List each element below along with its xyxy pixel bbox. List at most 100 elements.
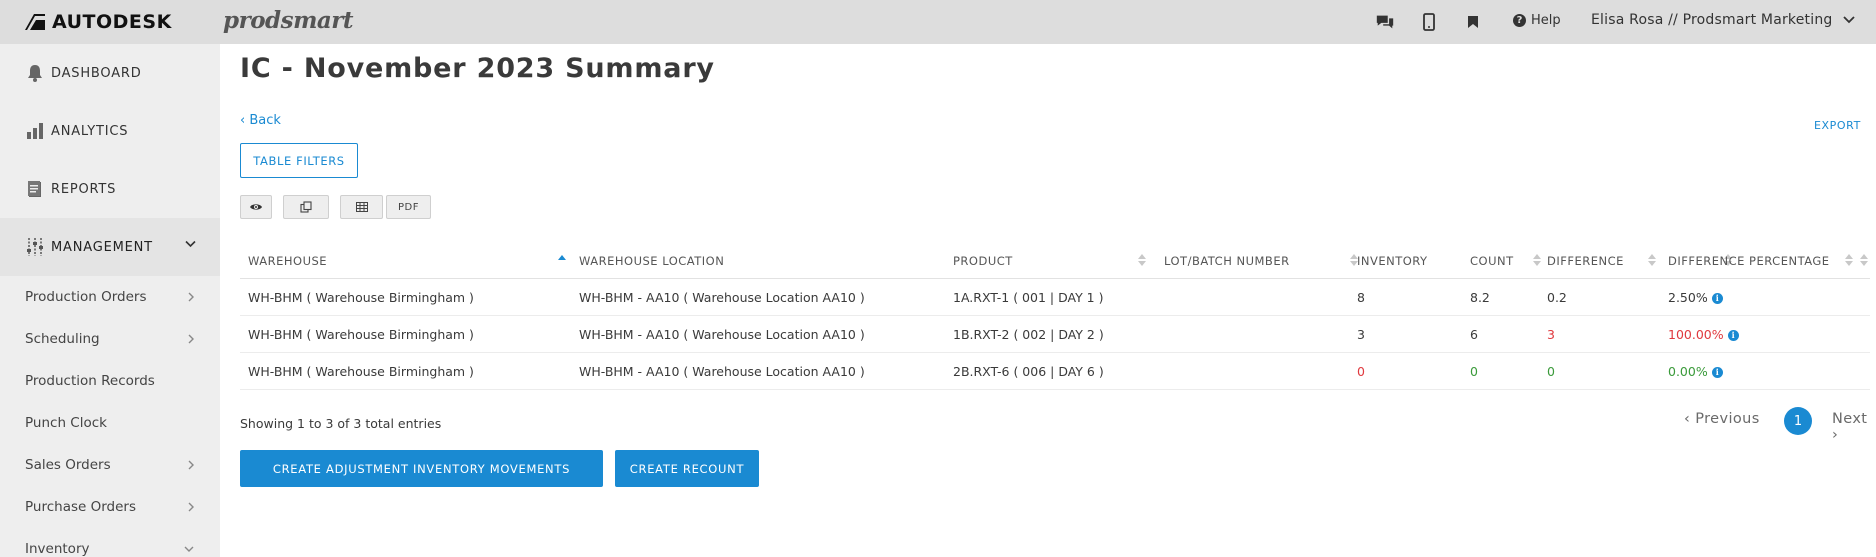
column-header-product[interactable]: PRODUCT xyxy=(953,254,1013,268)
cell-warehouse: WH-BHM ( Warehouse Birmingham ) xyxy=(248,327,474,342)
sidebar: DASHBOARD ANALYTICS REPORTS MANAGEMENT P… xyxy=(0,44,220,557)
table-row[interactable]: WH-BHM ( Warehouse Birmingham ) WH-BHM -… xyxy=(240,316,1870,353)
sort-icon[interactable] xyxy=(1845,253,1853,267)
cell-difference: 3 xyxy=(1547,327,1555,342)
sort-icon[interactable] xyxy=(1648,253,1656,267)
brand-name: AUTODESK xyxy=(52,11,172,33)
chevron-right-icon: › xyxy=(1832,427,1839,443)
cell-count: 8.2 xyxy=(1470,290,1490,305)
bookmark-icon[interactable] xyxy=(1463,12,1483,32)
cell-warehouse: WH-BHM ( Warehouse Birmingham ) xyxy=(248,364,474,379)
sort-icon[interactable] xyxy=(1533,253,1541,267)
table-header: WAREHOUSE WAREHOUSE LOCATION PRODUCT LOT… xyxy=(240,240,1870,279)
csv-button[interactable] xyxy=(340,195,383,219)
cell-location: WH-BHM - AA10 ( Warehouse Location AA10 … xyxy=(579,290,865,305)
table-filters-button[interactable]: TABLE FILTERS xyxy=(240,143,358,178)
cell-location: WH-BHM - AA10 ( Warehouse Location AA10 … xyxy=(579,364,865,379)
next-label: Next xyxy=(1832,411,1868,427)
cell-product: 2B.RXT-6 ( 006 | DAY 6 ) xyxy=(953,364,1104,379)
column-header-lot-batch[interactable]: LOT/BATCH NUMBER xyxy=(1164,254,1290,268)
autodesk-logo-mark-icon xyxy=(25,14,45,30)
copy-icon xyxy=(300,201,312,213)
copy-button[interactable] xyxy=(283,195,329,219)
info-icon[interactable]: i xyxy=(1711,366,1723,378)
percentage-value: 0.00% xyxy=(1668,364,1708,379)
column-header-difference[interactable]: DIFFERENCE xyxy=(1547,254,1624,268)
user-name: Elisa Rosa // Prodsmart Marketing xyxy=(1591,12,1833,28)
top-bar: AUTODESK prodsmart ? Help Elisa Rosa // … xyxy=(0,0,1876,44)
sidebar-item-production-orders[interactable]: Production Orders xyxy=(0,276,220,318)
chevron-down-icon xyxy=(185,240,196,248)
help-label: Help xyxy=(1531,13,1561,28)
column-header-inventory[interactable]: INVENTORY xyxy=(1357,254,1428,268)
help-link[interactable]: ? Help xyxy=(1513,13,1561,28)
cell-difference: 0.2 xyxy=(1547,290,1567,305)
sidebar-item-punch-clock[interactable]: Punch Clock xyxy=(0,402,220,444)
column-header-difference-percentage[interactable]: DIFFERENCE PERCENTAGE xyxy=(1668,254,1830,268)
sidebar-item-purchase-orders[interactable]: Purchase Orders xyxy=(0,486,220,528)
sidebar-item-management[interactable]: MANAGEMENT xyxy=(0,218,220,276)
pagination-next[interactable]: Next › xyxy=(1812,411,1876,443)
page-title: IC - November 2023 Summary xyxy=(240,53,715,84)
cell-inventory: 0 xyxy=(1357,364,1365,379)
percentage-value: 2.50% xyxy=(1668,290,1708,305)
sidebar-item-label: Sales Orders xyxy=(25,457,111,473)
export-link[interactable]: EXPORT xyxy=(1814,119,1861,132)
create-adjustment-button[interactable]: CREATE ADJUSTMENT INVENTORY MOVEMENTS xyxy=(240,450,603,487)
sidebar-item-reports[interactable]: REPORTS xyxy=(0,160,220,218)
sliders-icon xyxy=(25,237,45,257)
table-icon xyxy=(355,202,368,212)
sidebar-item-label: Purchase Orders xyxy=(25,499,136,515)
sidebar-item-label: Production Orders xyxy=(25,289,147,305)
chevron-right-icon xyxy=(188,502,194,512)
sidebar-item-inventory[interactable]: Inventory xyxy=(0,528,220,557)
sidebar-item-scheduling[interactable]: Scheduling xyxy=(0,318,220,360)
chat-icon[interactable] xyxy=(1375,12,1395,32)
chevron-right-icon xyxy=(188,460,194,470)
table-row[interactable]: WH-BHM ( Warehouse Birmingham ) WH-BHM -… xyxy=(240,279,1870,316)
main-content: IC - November 2023 Summary ‹ Back EXPORT… xyxy=(220,44,1876,557)
sidebar-item-analytics[interactable]: ANALYTICS xyxy=(0,102,220,160)
sidebar-item-label: ANALYTICS xyxy=(51,123,129,139)
create-recount-button[interactable]: CREATE RECOUNT xyxy=(615,450,759,487)
chevron-left-icon: ‹ xyxy=(1684,411,1696,427)
sidebar-item-sales-orders[interactable]: Sales Orders xyxy=(0,444,220,486)
cell-inventory: 8 xyxy=(1357,290,1365,305)
cell-percentage: 2.50% i xyxy=(1668,290,1723,305)
sort-icon[interactable] xyxy=(1860,253,1868,267)
table-row[interactable]: WH-BHM ( Warehouse Birmingham ) WH-BHM -… xyxy=(240,353,1870,390)
mobile-icon[interactable] xyxy=(1419,12,1439,32)
product-logo[interactable]: prodsmart xyxy=(223,7,354,34)
sidebar-item-label: MANAGEMENT xyxy=(51,239,153,255)
pagination-page-1[interactable]: 1 xyxy=(1784,407,1812,435)
cell-percentage: 100.00% i xyxy=(1668,327,1739,342)
sidebar-item-production-records[interactable]: Production Records xyxy=(0,360,220,402)
cell-product: 1B.RXT-2 ( 002 | DAY 2 ) xyxy=(953,327,1104,342)
pagination-previous[interactable]: ‹ Previous xyxy=(1684,411,1760,427)
help-icon: ? xyxy=(1513,14,1526,27)
cell-location: WH-BHM - AA10 ( Warehouse Location AA10 … xyxy=(579,327,865,342)
user-menu[interactable]: Elisa Rosa // Prodsmart Marketing xyxy=(1591,12,1855,28)
previous-label: Previous xyxy=(1695,411,1760,427)
column-header-warehouse[interactable]: WAREHOUSE xyxy=(248,254,327,268)
cell-percentage: 0.00% i xyxy=(1668,364,1723,379)
chevron-right-icon xyxy=(188,292,194,302)
sidebar-item-dashboard[interactable]: DASHBOARD xyxy=(0,44,220,102)
column-header-count[interactable]: COUNT xyxy=(1470,254,1514,268)
back-label: Back xyxy=(249,113,281,128)
pdf-button[interactable]: PDF xyxy=(386,195,431,219)
sort-ascending-icon[interactable] xyxy=(558,253,566,267)
info-icon[interactable]: i xyxy=(1727,329,1739,341)
sort-icon[interactable] xyxy=(1138,253,1146,267)
autodesk-logo[interactable]: AUTODESK xyxy=(24,11,172,33)
back-link[interactable]: ‹ Back xyxy=(240,113,281,128)
sidebar-item-label: Production Records xyxy=(25,373,155,389)
entries-summary: Showing 1 to 3 of 3 total entries xyxy=(240,416,442,431)
cell-count: 0 xyxy=(1470,364,1478,379)
column-header-warehouse-location[interactable]: WAREHOUSE LOCATION xyxy=(579,254,724,268)
column-visibility-button[interactable] xyxy=(240,195,272,219)
cell-difference: 0 xyxy=(1547,364,1555,379)
sidebar-item-label: Inventory xyxy=(25,541,90,557)
info-icon[interactable]: i xyxy=(1711,292,1723,304)
eye-icon xyxy=(250,204,262,210)
